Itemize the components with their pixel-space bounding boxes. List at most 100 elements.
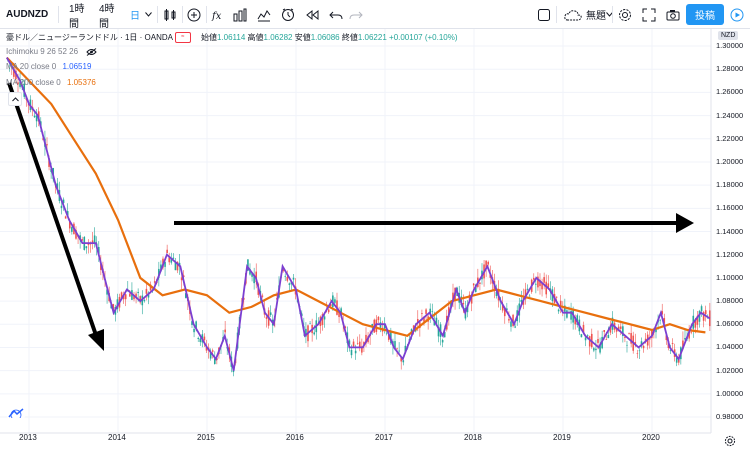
candle: [199, 337, 202, 346]
candle: [93, 227, 96, 248]
candle: [700, 304, 703, 317]
price-tick-label: 0.98000: [716, 412, 744, 421]
candle: [253, 267, 255, 290]
time-tick-label: 2017: [375, 433, 393, 442]
candle: [640, 337, 643, 349]
redo-icon[interactable]: [346, 0, 366, 29]
candle: [628, 332, 630, 335]
candle: [124, 293, 127, 307]
divider: [58, 6, 59, 23]
templates-icon[interactable]: [254, 0, 274, 29]
eye-hidden-icon[interactable]: [86, 47, 97, 56]
indicators-icon[interactable]: fx: [208, 0, 228, 29]
price-tick-label: 1.10000: [716, 272, 744, 282]
candle: [595, 340, 597, 360]
candle: [630, 324, 632, 348]
candle: [564, 298, 566, 321]
candle: [648, 330, 651, 349]
layout-select-icon[interactable]: [534, 0, 554, 29]
ma20-line: [6, 57, 711, 371]
price-tick-label: 1.26000: [716, 87, 744, 97]
high-value: 1.06282: [263, 33, 293, 42]
divider: [206, 6, 207, 23]
candle: [307, 324, 309, 348]
candle: [659, 319, 661, 325]
candle: [284, 273, 287, 281]
price-tick-label: 1.04000: [716, 342, 744, 352]
chart-legend-title: 豪ドル／ニュージーランドドル · 1日 · OANDA ≈ 始値1.06114 …: [6, 32, 458, 44]
alert-icon[interactable]: [278, 0, 298, 29]
top-toolbar: AUDNZD 1時間 4時間 日 fx 無題 投稿: [0, 0, 750, 30]
settings-gear-icon[interactable]: [615, 0, 635, 29]
indicator-ma200[interactable]: MA 200 close 0 1.05376: [6, 77, 96, 88]
trend-arrow-right: [174, 213, 694, 233]
low-value: 1.06086: [310, 33, 340, 42]
candle: [642, 344, 645, 353]
time-tick-label: 2018: [464, 433, 482, 442]
undo-icon[interactable]: [326, 0, 346, 29]
candle: [427, 313, 429, 330]
candle: [696, 310, 699, 333]
candle: [141, 290, 144, 315]
divider: [612, 6, 613, 23]
candle: [91, 232, 94, 250]
candle: [356, 336, 359, 345]
candle: [611, 311, 614, 334]
replay-icon[interactable]: [302, 0, 322, 29]
candle: [85, 246, 88, 254]
candle: [166, 244, 168, 254]
low-label: 安値: [294, 33, 311, 42]
candle: [87, 239, 90, 254]
candle: [709, 302, 711, 332]
change-value: +0.00107 (+0.10%): [389, 33, 458, 42]
fullscreen-icon[interactable]: [639, 0, 659, 29]
indicator-ma20[interactable]: MA 20 close 0 1.06519: [6, 61, 91, 72]
compare-add-icon[interactable]: [184, 0, 204, 29]
chart-settings-gear-icon[interactable]: [724, 434, 736, 447]
candle: [352, 338, 355, 348]
price-tick-label: 1.22000: [716, 133, 744, 143]
price-tick-label: 1.24000: [716, 110, 744, 120]
indicator-visibility-icon[interactable]: ≈: [174, 32, 191, 44]
timeframe-1d[interactable]: 日: [129, 0, 141, 29]
open-label: 始値: [200, 33, 217, 42]
divider: [556, 6, 557, 23]
time-tick-label: 2016: [286, 433, 304, 442]
indicator-value: 1.05376: [66, 78, 96, 87]
candles: [6, 57, 711, 377]
candles-style-icon[interactable]: [160, 0, 180, 29]
financials-icon[interactable]: [230, 0, 250, 29]
tradingview-logo-icon[interactable]: [6, 406, 26, 420]
timeframe-4h[interactable]: 4時間: [99, 0, 123, 30]
candle: [539, 273, 541, 295]
candle: [638, 348, 641, 360]
indicator-ichimoku[interactable]: Ichimoku 9 26 52 26: [6, 46, 97, 57]
candle: [288, 282, 291, 291]
chart-area[interactable]: 豪ドル／ニュージーランドドル · 1日 · OANDA ≈ 始値1.06114 …: [0, 29, 750, 447]
collapse-legend-button[interactable]: [8, 92, 22, 106]
candle: [224, 320, 226, 335]
trend-arrow-down: [7, 82, 104, 351]
candle: [419, 321, 421, 337]
candle: [510, 320, 512, 332]
candle: [437, 319, 440, 343]
indicator-name: MA 20 close 0: [6, 62, 57, 71]
cloud-save-icon[interactable]: [561, 0, 585, 29]
price-tick-label: 1.20000: [716, 156, 744, 166]
high-label: 高値: [247, 33, 264, 42]
open-value: 1.06114: [216, 33, 246, 42]
timeframe-dropdown-icon[interactable]: [143, 0, 153, 29]
play-circle-icon[interactable]: [727, 0, 747, 29]
candle: [377, 316, 380, 324]
candle: [174, 258, 177, 271]
price-chart[interactable]: [0, 29, 750, 446]
divider: [182, 6, 183, 23]
symbol-search[interactable]: AUDNZD: [6, 0, 48, 29]
grid-lines: [0, 29, 711, 433]
time-tick-label: 2014: [108, 433, 126, 442]
candle: [269, 305, 272, 317]
timeframe-1h[interactable]: 1時間: [69, 0, 93, 30]
publish-button[interactable]: 投稿: [686, 4, 724, 25]
divider: [157, 6, 158, 23]
camera-icon[interactable]: [663, 0, 683, 29]
